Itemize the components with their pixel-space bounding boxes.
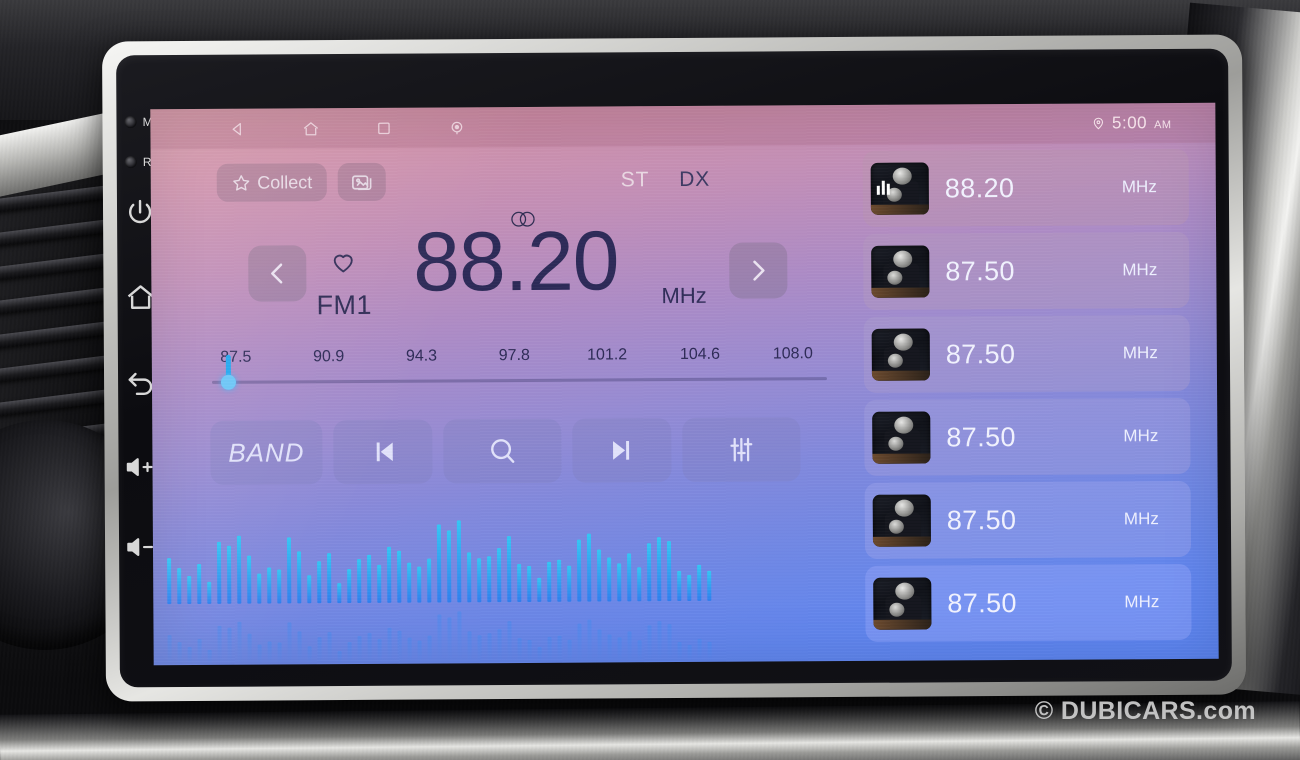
preset-station-list[interactable]: 88.20 MHz 87.50 MHz 87.50 MHz 87.50 MHz 87.50 MHz… [862,148,1204,657]
station-thumbnail [871,245,930,298]
preset-unit: MHz [1122,343,1158,363]
frequency-slider[interactable]: 87.5 90.9 94.3 97.8 101.2 104.6 108.0 [211,345,827,395]
photos-button[interactable] [337,162,386,202]
preset-frequency: 88.20 [944,172,1015,203]
station-thumbnail [873,577,932,630]
preset-unit: MHz [1124,592,1160,612]
mic-hole [124,116,137,129]
preset-item[interactable]: 87.50 MHz [863,231,1190,310]
preset-frequency: 87.50 [947,587,1018,618]
touchscreen-display[interactable]: 5:00 AM Collect ST DX FM1 88.20 MHz 87.5… [150,102,1219,666]
stereo-indicator[interactable]: ST [621,168,650,192]
status-clock: 5:00 AM [1091,113,1172,133]
frequency-tick: 94.3 [405,347,438,365]
chevron-right-icon [753,260,765,281]
location-icon[interactable] [447,118,466,137]
dx-indicator[interactable]: DX [679,168,710,192]
watermark: © DUBICARS.com [1034,697,1256,725]
preset-item[interactable]: 87.50 MHz [864,397,1191,476]
frequency-tick: 104.6 [679,345,721,364]
screenshot-root: MIC RST [0,0,1300,760]
station-thumbnail [870,162,929,215]
current-band-label: FM1 [316,289,373,321]
band-button[interactable]: BAND [210,420,323,485]
preset-unit: MHz [1121,177,1157,197]
clock-ampm: AM [1154,119,1172,132]
tune-up-button[interactable] [729,242,788,299]
preset-unit: MHz [1123,426,1159,446]
tune-down-button[interactable] [248,245,307,302]
next-station-button[interactable] [572,418,672,483]
current-frequency: 88.20 [412,213,619,309]
preset-frequency: 87.50 [946,421,1016,452]
photos-icon [349,169,374,194]
transport-controls: BAND [210,417,801,485]
slider-thumb[interactable] [220,374,237,390]
preset-item[interactable]: 88.20 MHz [862,148,1190,227]
preset-item[interactable]: 87.50 MHz [863,314,1191,393]
reset-hole [124,156,137,169]
heart-outline-icon[interactable] [329,248,357,273]
preset-frequency: 87.50 [945,338,1016,369]
back-triangle-icon[interactable] [228,119,247,138]
clock-time: 5:00 [1111,113,1148,133]
equalizer-button[interactable] [682,417,801,483]
preset-unit: MHz [1122,260,1158,280]
frequency-tick: 90.9 [313,348,345,366]
collect-button[interactable]: Collect [216,163,327,202]
equalizer-icon [730,437,753,462]
home-icon[interactable] [301,119,320,138]
skip-previous-icon [376,442,393,462]
station-thumbnail [871,328,930,381]
skip-next-icon [612,441,629,460]
frequency-unit: MHz [661,282,707,309]
android-status-bar: 5:00 AM [150,102,1216,150]
star-outline-icon [231,172,252,193]
chevron-left-icon [271,263,283,284]
preset-unit: MHz [1123,509,1159,529]
station-thumbnail [872,411,931,464]
map-pin-icon [1091,116,1105,130]
band-button-label: BAND [228,436,305,468]
frequency-ticks: 87.5 90.9 94.3 97.8 101.2 104.6 108.0 [212,345,827,395]
frequency-tick: 97.8 [498,346,530,365]
previous-station-button[interactable] [333,419,433,485]
signal-mode-indicators: ST DX [621,168,710,193]
recents-square-icon[interactable] [374,118,393,137]
preset-frequency: 87.50 [946,504,1017,535]
audio-spectrum-visualizer [167,500,858,665]
frequency-tick: 101.2 [587,346,628,364]
station-thumbnail [872,494,931,547]
now-playing-icon [876,179,890,195]
radio-main-pane: Collect ST DX FM1 88.20 MHz 87.5 90.9 94… [151,145,854,665]
preset-item[interactable]: 87.50 MHz [865,563,1192,642]
preset-item[interactable]: 87.50 MHz [864,480,1192,559]
collect-label: Collect [257,171,313,193]
preset-frequency: 87.50 [945,255,1015,286]
frequency-tick: 108.0 [772,345,813,363]
scan-button[interactable] [443,418,562,484]
search-icon [491,439,515,463]
android-nav-buttons [228,118,466,138]
